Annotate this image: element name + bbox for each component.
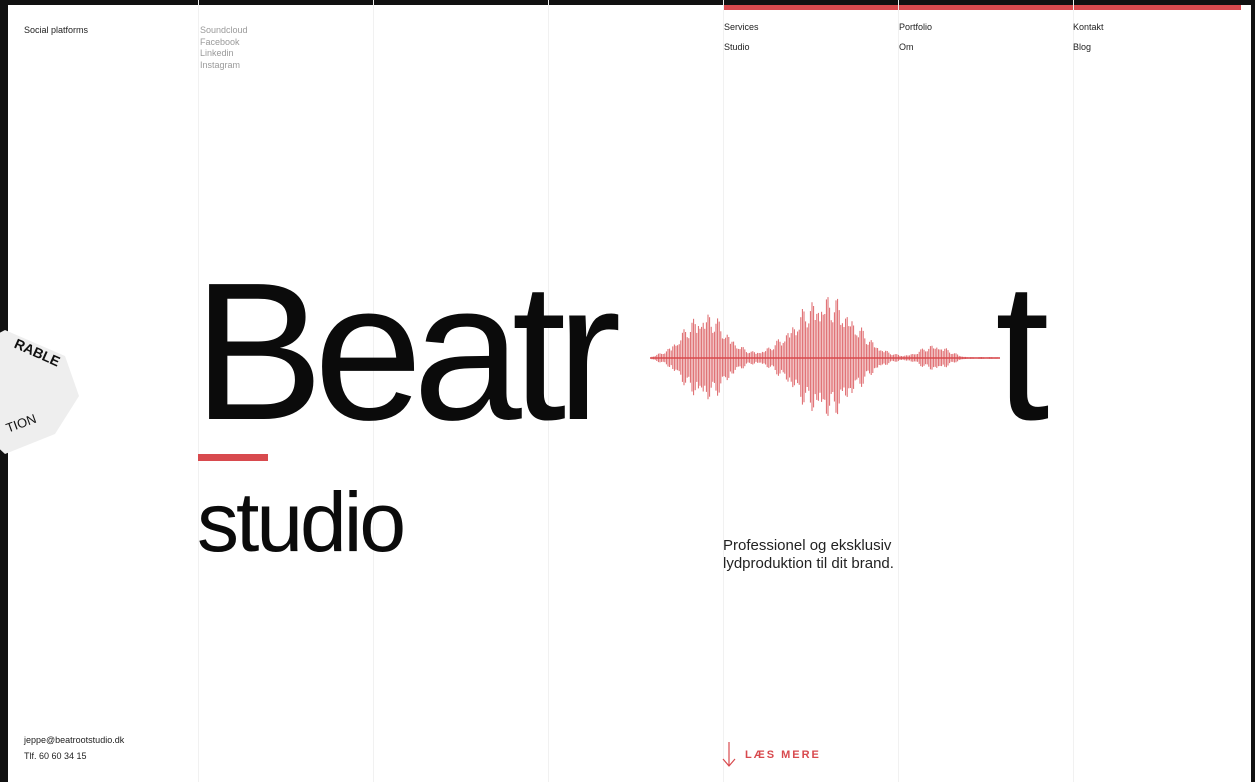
logo-subtitle: studio (197, 475, 406, 569)
nav-item-studio[interactable]: Studio (724, 42, 750, 53)
social-link-instagram[interactable]: Instagram (200, 60, 248, 72)
nav-item-om[interactable]: Om (899, 42, 914, 53)
social-link-linkedin[interactable]: Linkedin (200, 48, 248, 60)
logo-wordmark-end: t (995, 242, 1050, 461)
social-platforms-title: Social platforms (24, 25, 89, 35)
nav-item-portfolio[interactable]: Portfolio (899, 22, 932, 33)
accent-divider (198, 454, 268, 461)
arrow-down-icon (722, 742, 736, 767)
nav-item-blog[interactable]: Blog (1073, 42, 1091, 53)
social-links-list: Soundcloud Facebook Linkedin Instagram (200, 25, 248, 71)
social-link-soundcloud[interactable]: Soundcloud (200, 25, 248, 37)
social-link-facebook[interactable]: Facebook (200, 37, 248, 49)
contact-info: jeppe@beatrootstudio.dk Tlf. 60 60 34 15 (24, 732, 124, 764)
read-more-button[interactable]: LÆS MERE (722, 742, 821, 768)
soundwave-icon (650, 297, 1000, 416)
hero-tagline: Professionel og eksklusiv lydproduktion … (723, 537, 894, 573)
read-more-label: LÆS MERE (745, 749, 821, 761)
nav-item-kontakt[interactable]: Kontakt (1073, 22, 1104, 33)
rotating-badge: RABLE TION (0, 330, 79, 454)
contact-phone: Tlf. 60 60 34 15 (24, 751, 87, 761)
tagline-line-1: Professionel og eksklusiv (723, 537, 892, 554)
nav-item-services[interactable]: Services (724, 22, 759, 33)
accent-top-bar (723, 5, 1241, 10)
grid-line (1073, 0, 1074, 782)
frame-right-border (1251, 0, 1255, 782)
logo-wordmark-start: Beatr (193, 242, 621, 461)
contact-email[interactable]: jeppe@beatrootstudio.dk (24, 732, 124, 748)
tagline-line-2: lydproduktion til dit brand. (723, 555, 894, 572)
